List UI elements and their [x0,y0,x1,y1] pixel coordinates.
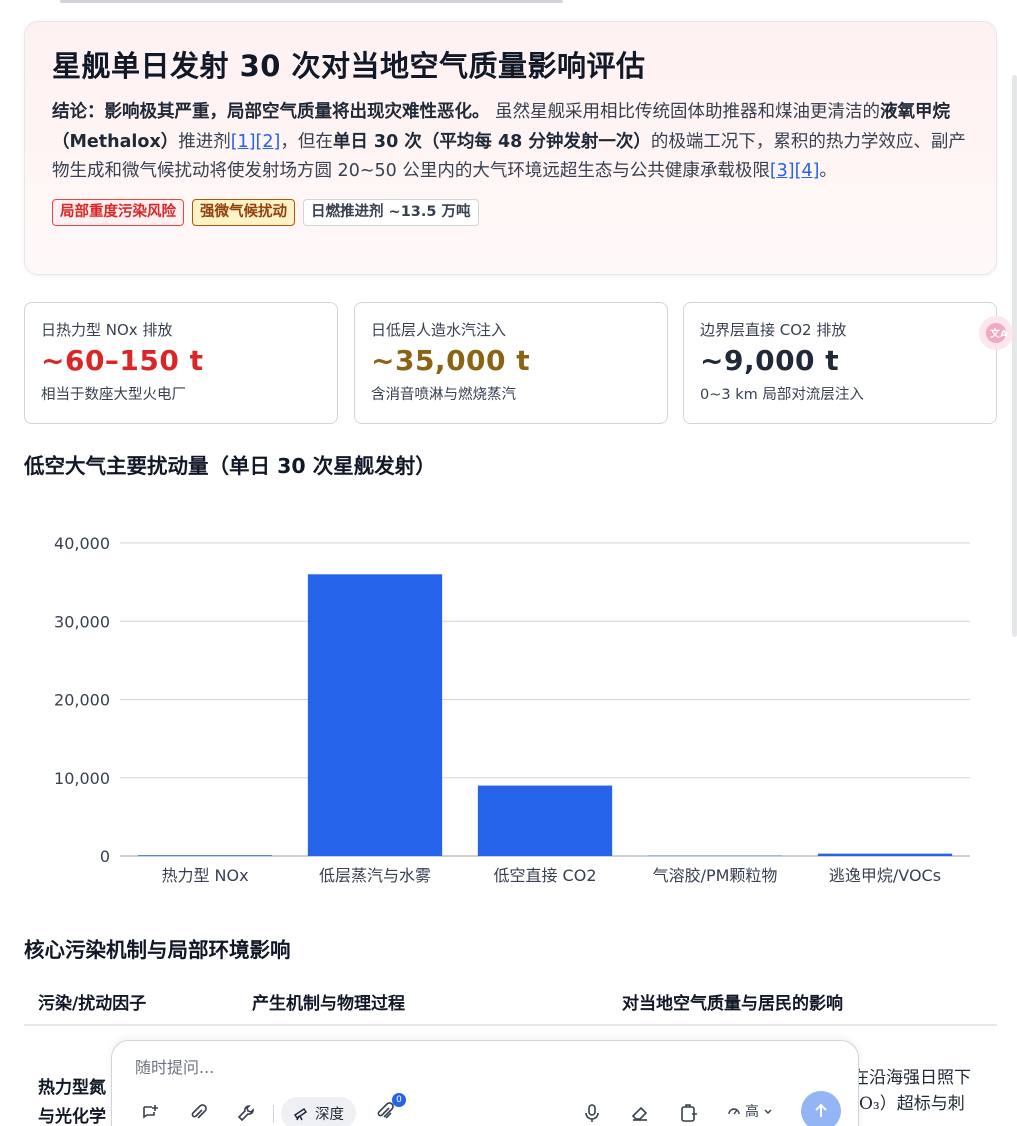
summary-text-part: 虽然星舰采用相比传统固体助推器和煤油更清洁的 [489,102,881,122]
y-tick-label: 0 [100,847,110,866]
stat-value: ~60–150 t [41,344,204,377]
arrow-up-icon [815,1103,827,1117]
table-header-mechanism: 产生机制与物理过程 [252,994,405,1014]
stat-card-co2: 边界层直接 CO2 排放 ~9,000 t 0~3 km 局部对流层注入 [683,302,997,424]
send-button[interactable] [801,1091,841,1126]
microphone-icon[interactable] [579,1100,605,1126]
deep-mode-button[interactable]: 深度 [281,1097,356,1126]
gauge-icon [728,1108,740,1115]
bar[interactable] [817,853,953,856]
chevron-down-icon [764,1109,772,1114]
table-section-title: 核心污染机制与局部环境影响 [24,938,291,962]
stat-label: 日热力型 NOx 排放 [41,321,173,339]
y-tick-label: 40,000 [54,534,110,553]
reasoning-level-select[interactable]: 高 [727,1101,773,1121]
x-tick-label: 低层蒸汽与水雾 [319,866,431,885]
top-scrollbar[interactable] [60,0,563,3]
reasoning-level-label: 高 [745,1104,759,1120]
table-header-factor: 污染/扰动因子 [38,994,147,1014]
toolbar-divider [273,1105,274,1123]
chart-section-title: 低空大气主要扰动量（单日 30 次星舰发射） [24,454,436,478]
y-tick-label: 30,000 [54,612,110,631]
stat-label: 边界层直接 CO2 排放 [700,321,847,339]
eraser-icon[interactable] [627,1100,653,1126]
summary-text-part: 推进剂 [178,131,231,152]
bar[interactable] [307,574,443,856]
chart-canvas: 0 10,000 20,000 30,000 40,000 热力型 NOx 低层蒸汽与水雾 低… [54,534,970,885]
wrench-icon[interactable] [233,1100,259,1126]
attachment-icon[interactable] [185,1100,211,1126]
tag-microclimate: 强微气候扰动 [192,198,295,226]
x-tick-label: 低空直接 CO2 [493,866,596,885]
stat-value: ~35,000 t [371,344,531,377]
stat-note: 相当于数座大型火电厂 [41,387,186,403]
citation-link-3[interactable]: [3] [770,161,795,181]
stat-card-vapor: 日低层人造水汽注入 ~35,000 t 含消音喷淋与燃烧蒸汽 [354,302,668,424]
tag-list: 局部重度污染风险 强微气候扰动 日燃推进剂 ~13.5 万吨 [52,198,969,226]
conclusion-label: 结论：影响极其严重，局部空气质量将出现灾难性恶化。 [52,102,490,122]
table-cell-factor-line1: 热力型氮 [38,1078,106,1098]
telescope-icon [293,1107,308,1121]
svg-text:文A: 文A [990,327,1007,340]
x-tick-label: 热力型 NOx [161,866,248,885]
new-chat-icon[interactable] [137,1100,163,1126]
stat-card-nox: 日热力型 NOx 排放 ~60–150 t 相当于数座大型火电厂 [24,302,338,424]
x-tick-label: 逃逸甲烷/VOCs [829,866,941,885]
citation-link-4[interactable]: [4] [795,161,820,181]
tag-pollution-risk: 局部重度污染风险 [52,198,184,226]
table-header-row: 污染/扰动因子 产生机制与物理过程 对当地空气质量与居民的影响 [24,976,997,1026]
clipboard-icon[interactable] [675,1100,701,1126]
bar[interactable] [137,855,273,856]
summary-text: 结论：影响极其严重，局部空气质量将出现灾难性恶化。 虽然星舰采用相比传统固体助推… [52,98,972,187]
table-cell-impact-line1: 在沿海强日照下 [852,1068,971,1088]
stat-label: 日低层人造水汽注入 [371,321,507,339]
stat-note: 0~3 km 局部对流层注入 [700,387,864,403]
y-tick-label: 20,000 [54,691,110,710]
stat-value: ~9,000 t [700,344,840,377]
bar-chart: 0 10,000 20,000 30,000 40,000 热力型 NOx 低层蒸汽与水雾 低… [24,525,997,895]
translate-icon[interactable]: 文A [979,316,1013,350]
summary-text-part: ，但在 [280,131,333,152]
mechanism-table: 污染/扰动因子 产生机制与物理过程 对当地空气质量与居民的影响 热力型氮 与光化… [24,976,997,1126]
x-tick-label: 气溶胶/PM颗粒物 [653,866,778,885]
attachment-count-badge: 0 [392,1093,406,1107]
summary-card: 星舰单日发射 30 次对当地空气质量影响评估 结论：影响极其严重，局部空气质量将… [24,21,997,275]
deep-mode-label: 深度 [315,1106,344,1123]
summary-bold-text: 单日 30 次（平均每 48 分钟发射一次） [332,131,651,152]
y-tick-label: 10,000 [54,769,110,788]
stat-note: 含消音喷淋与燃烧蒸汽 [371,387,516,403]
chat-input[interactable] [135,1055,815,1079]
citation-link-1[interactable]: [1] [231,132,256,152]
table-cell-impact-line2: O₃）超标与刺 [859,1094,965,1114]
page-title: 星舰单日发射 30 次对当地空气质量影响评估 [52,49,646,83]
page-scrollbar[interactable] [1012,75,1017,637]
summary-text-part: 。 [819,161,837,181]
bar[interactable] [477,785,613,856]
citation-link-2[interactable]: [2] [256,132,281,152]
chat-input-bar: 深度 0 高 [111,1040,859,1126]
table-header-impact: 对当地空气质量与居民的影响 [622,994,843,1014]
table-cell-factor-line2: 与光化学 [38,1107,106,1126]
tag-propellant: 日燃推进剂 ~13.5 万吨 [303,198,479,226]
